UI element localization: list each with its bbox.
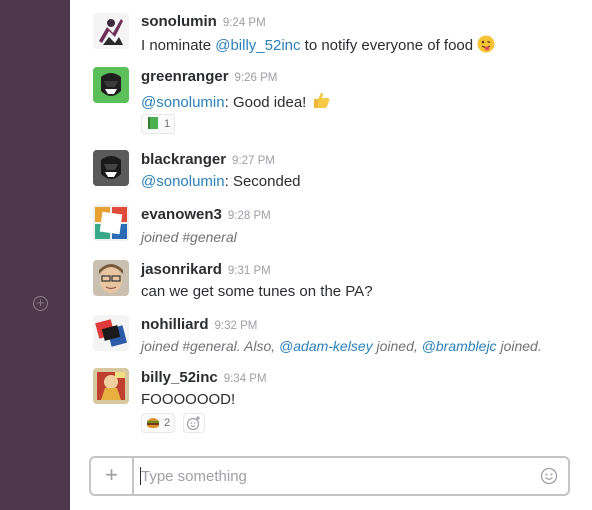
avatar-billy-52inc[interactable] (93, 368, 129, 404)
message-text: can we get some tunes on the PA? (141, 283, 373, 300)
text-span: I nominate (141, 37, 216, 54)
mention-link[interactable]: @sonolumin (141, 94, 225, 111)
text-span: can we get some tunes on the PA? (141, 283, 373, 300)
text-span: FOOOOOOD! (141, 391, 236, 408)
timestamp[interactable]: 9:26 PM (235, 72, 278, 84)
message-composer: + (89, 456, 570, 496)
username[interactable]: blackranger (141, 151, 226, 168)
avatar-blackranger[interactable] (93, 150, 129, 186)
winking-tongue-face-emoji (477, 35, 495, 57)
username[interactable]: sonolumin (141, 13, 217, 30)
username[interactable]: evanowen3 (141, 206, 222, 223)
text-span: joined, (372, 338, 422, 354)
attach-file-button[interactable]: + (91, 458, 134, 494)
mention-link[interactable]: @bramblejc (422, 338, 497, 354)
avatar-nohilliard[interactable] (93, 315, 129, 351)
username[interactable]: nohilliard (141, 316, 209, 333)
mention-link[interactable]: @billy_52inc (215, 37, 300, 54)
add-reaction-icon (186, 416, 200, 431)
reaction-pill[interactable]: 1 (141, 114, 176, 134)
reaction-count: 2 (164, 417, 171, 429)
reaction-pill[interactable]: 2 (141, 413, 176, 433)
sidebar: + (0, 0, 70, 510)
message-text: @sonolumin: Good idea! (141, 90, 331, 114)
text-span: : Good idea! (224, 94, 311, 111)
message-text: joined #general (141, 229, 237, 245)
timestamp[interactable]: 9:32 PM (215, 320, 258, 332)
username[interactable]: greenranger (141, 68, 229, 85)
message-text: FOOOOOOD! (141, 391, 235, 408)
thumbs-up-emoji (311, 90, 331, 114)
text-span: joined #general (141, 229, 237, 245)
timestamp[interactable]: 9:31 PM (228, 265, 271, 277)
avatar-greenranger[interactable] (93, 67, 129, 103)
mention-link[interactable]: @adam-kelsey (279, 338, 373, 354)
green-book-emoji (146, 116, 160, 133)
timestamp[interactable]: 9:27 PM (232, 155, 275, 167)
message-list: sonolumin 9:24 PM I nominate @billy_52inc… (70, 0, 592, 450)
avatar-jasonrikard[interactable] (93, 260, 129, 296)
reaction-count: 1 (164, 118, 171, 130)
avatar-sonolumin[interactable] (93, 13, 129, 49)
text-span: : Seconded (224, 173, 301, 190)
hamburger-emoji (146, 415, 160, 432)
username[interactable]: jasonrikard (141, 261, 222, 278)
add-reaction-button[interactable] (183, 413, 205, 433)
message-text: joined #general. Also, @adam-kelsey join… (141, 338, 542, 354)
username[interactable]: billy_52inc (141, 369, 218, 386)
mention-link[interactable]: @sonolumin (141, 173, 225, 190)
text-span: to notify everyone of food (300, 37, 478, 54)
text-span: joined. (496, 338, 542, 354)
timestamp[interactable]: 9:34 PM (224, 373, 267, 385)
avatar-evanowen3[interactable] (93, 205, 129, 241)
message-text: @sonolumin: Seconded (141, 173, 301, 190)
emoji-picker-icon[interactable] (540, 467, 558, 485)
text-span: joined #general. Also, (141, 338, 280, 354)
timestamp[interactable]: 9:28 PM (228, 210, 271, 222)
add-channel-icon[interactable]: + (33, 296, 48, 311)
message-text: I nominate @billy_52inc to notify everyo… (141, 35, 495, 57)
timestamp[interactable]: 9:24 PM (223, 17, 266, 29)
message-input[interactable] (141, 467, 531, 485)
